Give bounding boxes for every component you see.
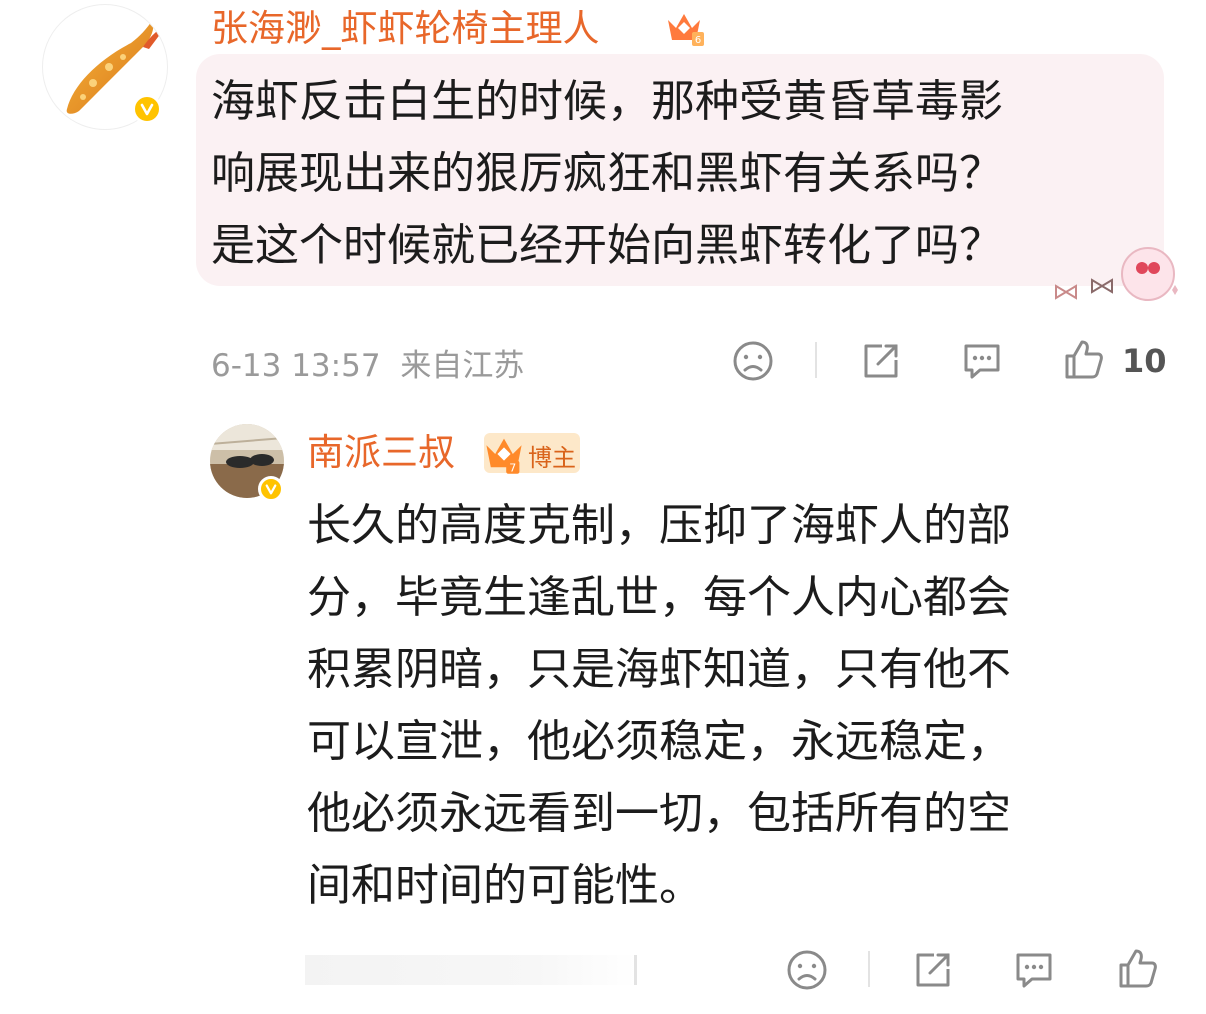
comment-icon — [1016, 953, 1052, 988]
sad-face-icon — [787, 950, 827, 990]
reply-line-5: 他必须永远看到一切，包括所有的空 — [307, 788, 1011, 839]
reply-line-1: 长久的高度克制，压抑了海虾人的部 — [307, 500, 1011, 551]
verified-badge — [258, 476, 284, 502]
crown-icon: 6 — [668, 14, 704, 46]
crown-level: 7 — [509, 462, 516, 475]
reply-line-6: 间和时间的可能性。 — [307, 860, 703, 911]
commenter-username[interactable]: 张海渺_虾虾轮椅主理人 — [211, 10, 600, 47]
action-divider — [868, 951, 870, 987]
crown-icon: 7 — [486, 438, 522, 475]
cake-decoration-icon — [1055, 247, 1178, 301]
like-button[interactable] — [1058, 334, 1110, 386]
thumbs-up-icon — [1119, 949, 1157, 988]
reply-comment-button[interactable] — [1008, 945, 1060, 995]
sad-face-icon — [733, 341, 773, 381]
share-button[interactable] — [856, 336, 906, 386]
action-divider — [815, 342, 817, 378]
share-icon — [916, 953, 950, 987]
like-count: 10 — [1122, 342, 1167, 380]
comment-line-2: 响展现出来的狠厉疯狂和黑虾有关系吗？ — [211, 148, 1003, 199]
verified-v-icon — [140, 103, 154, 116]
reply-meta-divider — [634, 955, 637, 985]
reply-line-3: 积累阴暗，只是海虾知道，只有他不 — [307, 644, 1011, 695]
comment-line-1: 海虾反击白生的时候，那种受黄昏草毒影 — [211, 76, 1003, 127]
blogger-badge-label: 博主 — [528, 444, 576, 472]
reply-like-button[interactable] — [1112, 943, 1164, 995]
reply-share-button[interactable] — [908, 945, 958, 995]
reply-line-2: 分，毕竟生逢乱世，每个人内心都会 — [307, 572, 1011, 623]
comment-timestamp: 6-13 13:57 — [211, 348, 381, 384]
comment-location: 来自江苏 — [400, 348, 525, 384]
crown-level: 6 — [695, 35, 701, 46]
reply-line-4: 可以宣泄，他必须稳定，永远稳定， — [307, 716, 1011, 767]
reply-meta-placeholder — [305, 955, 637, 985]
comment-icon — [964, 344, 1000, 379]
reply-dislike-button[interactable] — [782, 945, 832, 995]
verified-badge — [132, 94, 162, 124]
comment-meta: 6-13 13:57 来自江苏 — [211, 340, 524, 385]
dislike-button[interactable] — [728, 336, 778, 386]
share-icon — [864, 344, 898, 378]
comment-button[interactable] — [956, 336, 1008, 386]
reply-author-name[interactable]: 南派三叔 — [307, 434, 455, 471]
comment-line-3: 是这个时候就已经开始向黑虾转化了吗？ — [211, 220, 1003, 271]
thumbs-up-icon — [1065, 340, 1103, 379]
verified-v-icon — [265, 484, 277, 495]
